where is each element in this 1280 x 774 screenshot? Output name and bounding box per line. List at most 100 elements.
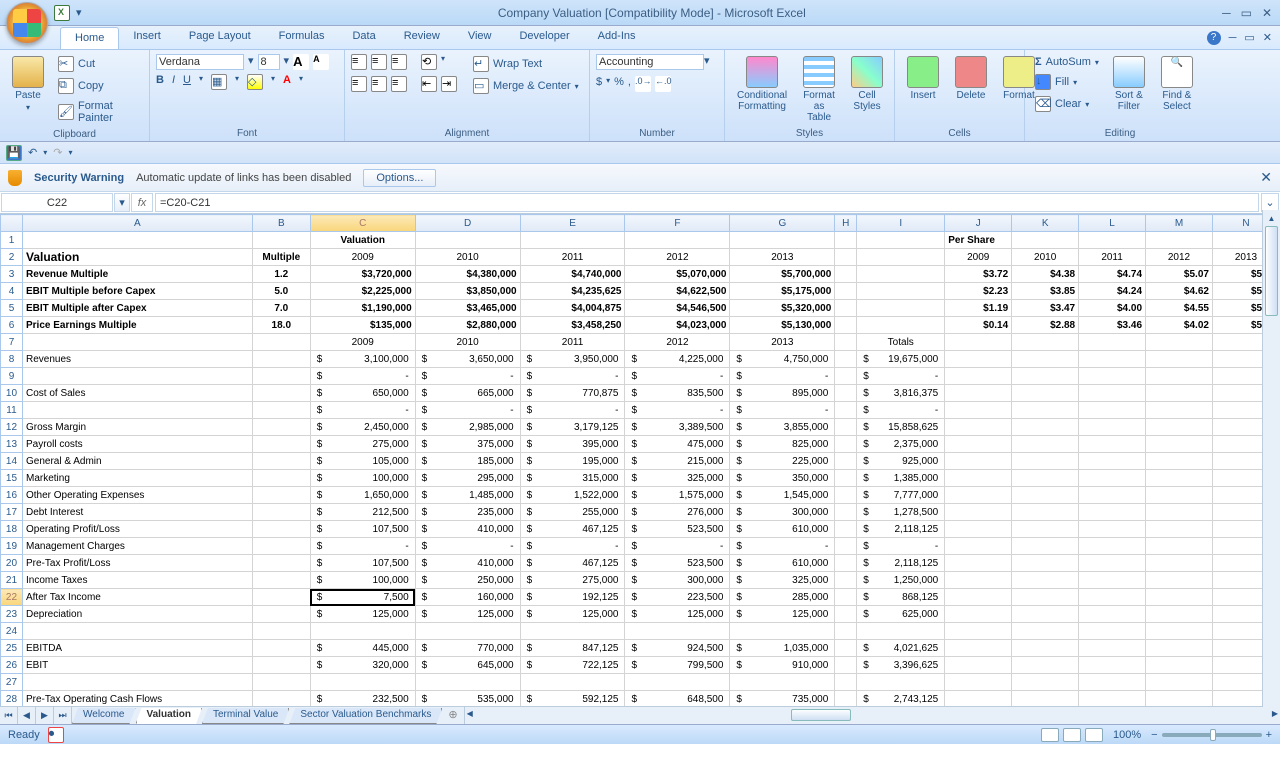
cell[interactable] — [835, 266, 857, 283]
normal-view-button[interactable] — [1041, 728, 1059, 742]
cell-G1[interactable] — [730, 232, 835, 249]
cell[interactable] — [857, 317, 945, 334]
cell-pnl[interactable] — [520, 623, 625, 640]
cell-total[interactable]: $- — [857, 538, 945, 555]
cell-pnl[interactable]: $160,000 — [415, 589, 520, 606]
redo-icon[interactable]: ↷ — [53, 146, 62, 159]
cell-M1[interactable] — [1146, 232, 1213, 249]
vertical-scrollbar[interactable]: ▲▼ — [1262, 210, 1280, 720]
macro-record-icon[interactable]: ⏺ — [48, 727, 64, 743]
page-break-view-button[interactable] — [1085, 728, 1103, 742]
doc-minimize-button[interactable]: ─ — [1229, 32, 1237, 44]
cell-A25[interactable]: EBITDA — [22, 640, 252, 657]
cell[interactable] — [835, 385, 857, 402]
row-header-24[interactable]: 24 — [1, 623, 23, 640]
cell[interactable] — [835, 555, 857, 572]
cell-pnl[interactable]: $475,000 — [625, 436, 730, 453]
cell-A21[interactable]: Income Taxes — [22, 572, 252, 589]
decrease-decimal-icon[interactable]: ←.0 — [655, 76, 671, 92]
ribbon-tab-view[interactable]: View — [454, 26, 506, 49]
cell-pnl[interactable]: $1,545,000 — [730, 487, 835, 504]
cell[interactable] — [1079, 572, 1146, 589]
autosum-button[interactable]: ΣAutoSum ▾ — [1031, 54, 1103, 70]
cell-total[interactable]: $2,118,125 — [857, 521, 945, 538]
cell-pnl[interactable] — [415, 623, 520, 640]
cell-val[interactable]: $1,190,000 — [310, 300, 415, 317]
column-header-B[interactable]: B — [252, 215, 310, 232]
cell[interactable] — [1079, 606, 1146, 623]
cell-pnl[interactable]: $100,000 — [310, 572, 415, 589]
cell-pnl[interactable] — [520, 674, 625, 691]
cell-val[interactable]: $5,700,000 — [730, 266, 835, 283]
cell-year[interactable]: 2009 — [310, 249, 415, 266]
name-box[interactable]: C22 — [1, 193, 113, 212]
cell-ps[interactable]: $0.14 — [945, 317, 1012, 334]
column-header-I[interactable]: I — [857, 215, 945, 232]
cell-pnl[interactable]: $285,000 — [730, 589, 835, 606]
cell-B23[interactable] — [252, 606, 310, 623]
cell-pnl[interactable]: $325,000 — [625, 470, 730, 487]
cell[interactable] — [945, 555, 1012, 572]
align-middle-icon[interactable]: ≡ — [371, 54, 387, 70]
cell-pnl-year[interactable]: 2009 — [310, 334, 415, 351]
cell-total[interactable]: $1,278,500 — [857, 504, 945, 521]
row-header-16[interactable]: 16 — [1, 487, 23, 504]
cell-total[interactable]: $4,021,625 — [857, 640, 945, 657]
cell-pnl[interactable] — [415, 674, 520, 691]
cell-pnl[interactable]: $3,389,500 — [625, 419, 730, 436]
zoom-level[interactable]: 100% — [1113, 729, 1141, 741]
paste-button[interactable]: Paste▾ — [6, 54, 50, 114]
cell-pnl[interactable]: $125,000 — [520, 606, 625, 623]
cell-A16[interactable]: Other Operating Expenses — [22, 487, 252, 504]
row-header-4[interactable]: 4 — [1, 283, 23, 300]
cell-pnl[interactable] — [625, 674, 730, 691]
cell-pnl[interactable]: $185,000 — [415, 453, 520, 470]
cell-total[interactable]: $2,118,125 — [857, 555, 945, 572]
sheet-tab-sector-valuation-benchmarks[interactable]: Sector Valuation Benchmarks — [289, 708, 442, 724]
cell[interactable] — [1079, 436, 1146, 453]
cell-B8[interactable] — [252, 351, 310, 368]
cell[interactable] — [1146, 453, 1213, 470]
cell-ps[interactable]: $3.47 — [1012, 300, 1079, 317]
cell-total[interactable]: $868,125 — [857, 589, 945, 606]
cell[interactable] — [1146, 555, 1213, 572]
cell-pnl[interactable]: $395,000 — [520, 436, 625, 453]
cell-val[interactable]: $5,070,000 — [625, 266, 730, 283]
cell[interactable] — [1146, 538, 1213, 555]
cell-val[interactable]: $4,004,875 — [520, 300, 625, 317]
fill-color-icon[interactable]: ◇ — [247, 74, 263, 90]
cell-C1[interactable]: Valuation — [310, 232, 415, 249]
cell[interactable] — [1012, 589, 1079, 606]
italic-button[interactable]: I — [172, 74, 175, 90]
increase-indent-icon[interactable]: ⇥ — [441, 76, 457, 92]
cell-pnl[interactable]: $665,000 — [415, 385, 520, 402]
cell-pnl[interactable]: $467,125 — [520, 555, 625, 572]
cell[interactable] — [1012, 555, 1079, 572]
prev-sheet-button[interactable]: ◀ — [18, 707, 36, 724]
cell-pnl[interactable]: $105,000 — [310, 453, 415, 470]
cell-ps[interactable]: $5.07 — [1146, 266, 1213, 283]
cell-pnl[interactable]: $3,855,000 — [730, 419, 835, 436]
cell-pnl[interactable]: $523,500 — [625, 555, 730, 572]
row-header-8[interactable]: 8 — [1, 351, 23, 368]
column-header-G[interactable]: G — [730, 215, 835, 232]
cell[interactable] — [945, 385, 1012, 402]
new-sheet-button[interactable]: ⊕ — [442, 707, 463, 724]
cell-pnl[interactable]: $107,500 — [310, 521, 415, 538]
cell[interactable] — [945, 674, 1012, 691]
cell-pnl[interactable]: $315,000 — [520, 470, 625, 487]
cell-ps[interactable]: $1.19 — [945, 300, 1012, 317]
cell[interactable] — [1146, 385, 1213, 402]
cell-pnl[interactable]: $770,875 — [520, 385, 625, 402]
help-icon[interactable]: ? — [1207, 31, 1221, 45]
cell[interactable] — [835, 487, 857, 504]
row-header-25[interactable]: 25 — [1, 640, 23, 657]
cell-val[interactable]: $5,175,000 — [730, 283, 835, 300]
font-name-selector[interactable] — [156, 54, 244, 70]
font-color-icon[interactable]: A — [283, 74, 291, 90]
border-icon[interactable]: ▦ — [211, 74, 227, 90]
cell-pnl[interactable]: $- — [310, 368, 415, 385]
cell[interactable] — [835, 351, 857, 368]
cell-pnl[interactable]: $125,000 — [310, 606, 415, 623]
cell-B25[interactable] — [252, 640, 310, 657]
